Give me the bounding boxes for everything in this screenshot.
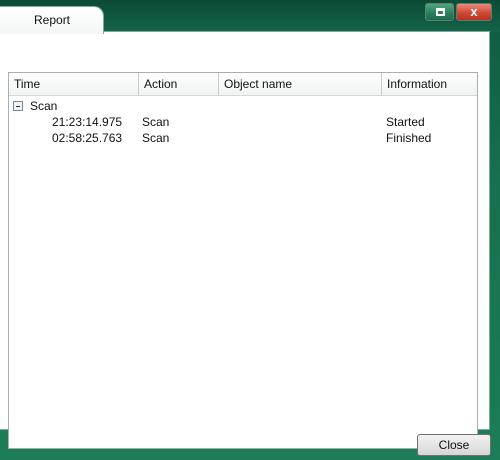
restore-icon [436,8,445,16]
tab-report-label: Report [34,13,71,27]
cell-action: Scan [142,115,170,129]
cell-information: Started [386,115,425,129]
restore-button[interactable] [425,3,454,21]
cell-action: Scan [142,131,170,145]
table-row[interactable]: 02:58:25.763 Scan Finished [9,130,477,146]
collapse-icon[interactable] [13,101,23,111]
table-header: Time Action Object name Information [9,73,477,96]
column-header-object-name[interactable]: Object name [219,73,382,95]
cell-time: 21:23:14.975 [52,115,123,129]
column-header-action[interactable]: Action [139,73,219,95]
table-row[interactable]: 21:23:14.975 Scan Started [9,114,477,130]
report-panel: Time Action Object name Information Scan… [0,31,490,449]
column-header-information[interactable]: Information [382,73,477,95]
report-table: Time Action Object name Information Scan… [8,72,478,449]
tab-report[interactable]: Report [0,6,104,34]
close-icon: x [470,4,478,19]
group-row-scan[interactable]: Scan [13,98,57,114]
close-button[interactable]: Close [417,434,491,456]
cell-information: Finished [386,131,432,145]
group-label: Scan [30,99,58,113]
window-close-button[interactable]: x [456,3,492,21]
column-header-time[interactable]: Time [9,73,139,95]
cell-time: 02:58:25.763 [52,131,123,145]
